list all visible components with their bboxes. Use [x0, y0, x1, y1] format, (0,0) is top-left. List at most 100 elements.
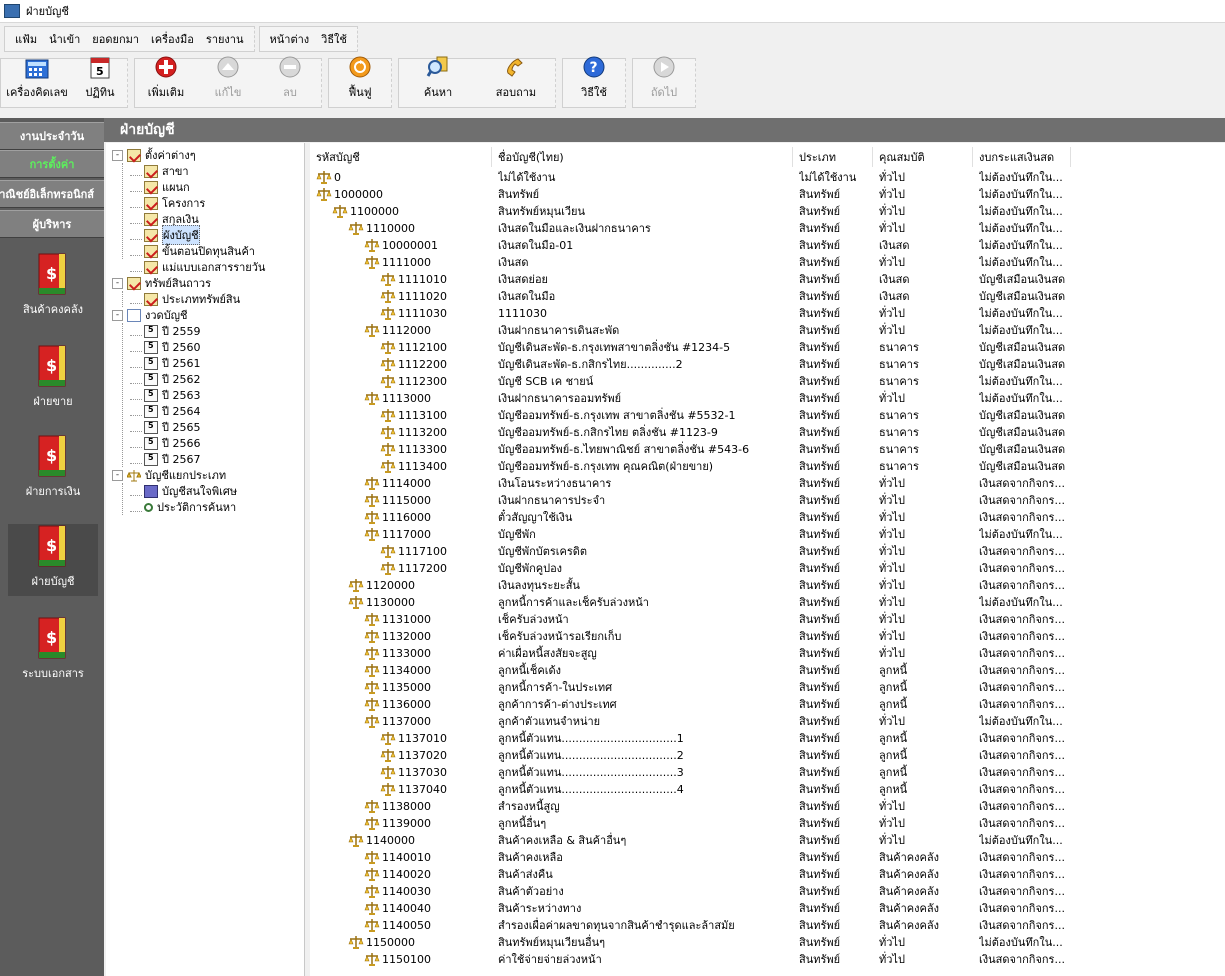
inquire-button[interactable]: สอบถาม	[477, 58, 555, 107]
table-row[interactable]: 1135000 ลูกหนี้การค้า-ในประเทศ สินทรัพย์ ลู…	[310, 679, 1225, 696]
edit-button[interactable]: แก้ไข	[197, 56, 259, 107]
table-row[interactable]: 1140040 สินค้าระหว่างทาง สินทรัพย์ สินค้าคง…	[310, 900, 1225, 917]
table-row[interactable]: 1113100 บัญชีออมทรัพย์-ธ.กรุงเทพ สาขาตลิ่…	[310, 407, 1225, 424]
tree-node[interactable]: - ตั้งค่าต่างๆ	[112, 147, 196, 163]
module-documents[interactable]: $ ระบบเอกสาร	[8, 616, 98, 688]
tree-node[interactable]: - ทรัพย์สินถาวร	[112, 275, 211, 291]
table-row[interactable]: 1137020 ลูกหนี้ตัวแทน....................…	[310, 747, 1225, 764]
table-row[interactable]: 1110000 เงินสดในมือและเงินฝากธนาคาร สินทรั…	[310, 220, 1225, 237]
table-row[interactable]: 1140010 สินค้าคงเหลือ สินทรัพย์ สินค้าคงคลั…	[310, 849, 1225, 866]
tree-node[interactable]: ขั้นตอนปิดทุนสินค้า	[130, 243, 255, 259]
table-row[interactable]: 1112300 บัญชี SCB เค ชายน์ สินทรัพย์ ธนาคาร…	[310, 373, 1225, 390]
table-row[interactable]: 1113200 บัญชีออมทรัพย์-ธ.กสิกรไทย ตลิ่งชั…	[310, 424, 1225, 441]
menu-help[interactable]: วิธีใช้	[315, 30, 353, 48]
table-row[interactable]: 1111030 1111030 สินทรัพย์ ทั่วไป ไม่ต้องบันท…	[310, 305, 1225, 322]
next-button[interactable]: ถัดไป	[633, 56, 695, 107]
table-row[interactable]: 1137040 ลูกหนี้ตัวแทน....................…	[310, 781, 1225, 798]
table-row[interactable]: 1113000 เงินฝากธนาคารออมทรัพย์ สินทรัพย์ ทั…	[310, 390, 1225, 407]
menu-reports[interactable]: รายงาน	[200, 30, 250, 48]
table-row[interactable]: 1115000 เงินฝากธนาคารประจำ สินทรัพย์ ทั่วไป…	[310, 492, 1225, 509]
module-sales[interactable]: $ ฝ่ายขาย	[8, 344, 98, 416]
table-row[interactable]: 1134000 ลูกหนี้เช็คเด้ง สินทรัพย์ ลูกหนี้ เง…	[310, 662, 1225, 679]
module-inventory[interactable]: $ สินค้าคงคลัง	[8, 252, 98, 324]
add-button[interactable]: เพิ่มเติม	[135, 56, 197, 107]
table-row[interactable]: 1132000 เช็ครับล่วงหน้ารอเรียกเก็บ สินทรัพ…	[310, 628, 1225, 645]
collapse-toggle-icon[interactable]: -	[112, 309, 123, 321]
tree-node[interactable]: แผนก	[130, 179, 190, 195]
table-row[interactable]: 1111020 เงินสดในมือ สินทรัพย์ เงินสด บัญชีเส…	[310, 288, 1225, 305]
table-row[interactable]: 1137030 ลูกหนี้ตัวแทน....................…	[310, 764, 1225, 781]
tree-node[interactable]: ปี 2561	[130, 355, 200, 371]
tree-node[interactable]: - งวดบัญชี	[112, 307, 188, 323]
tree-node[interactable]: ผังบัญชี	[130, 225, 200, 245]
table-row[interactable]: 1131000 เช็ครับล่วงหน้า สินทรัพย์ ทั่วไป เงิ…	[310, 611, 1225, 628]
table-row[interactable]: 1112100 บัญชีเดินสะพัด-ธ.กรุงเทพสาขาตลิ่ง…	[310, 339, 1225, 356]
tree-node[interactable]: ปี 2564	[130, 403, 200, 419]
table-row[interactable]: 1112000 เงินฝากธนาคารเดินสะพัด สินทรัพย์ ทั…	[310, 322, 1225, 339]
column-header-type[interactable]: ประเภท	[793, 147, 873, 167]
tree-node[interactable]: สาขา	[130, 163, 189, 179]
table-row[interactable]: 1138000 สำรองหนี้สูญ สินทรัพย์ ทั่วไป เงินสด…	[310, 798, 1225, 815]
tree-node[interactable]: ปี 2560	[130, 339, 200, 355]
tree-node[interactable]: ประเภททรัพย์สิน	[130, 291, 240, 307]
table-row[interactable]: 1140020 สินค้าส่งคืน สินทรัพย์ สินค้าคงคลัง…	[310, 866, 1225, 883]
sidebar-ecommerce[interactable]: พาณิชย์อิเล็กทรอนิกส์	[0, 180, 104, 208]
column-header-attribute[interactable]: คุณสมบัติ	[873, 147, 973, 167]
column-header-name[interactable]: ชื่อบัญชี(ไทย)	[492, 147, 793, 167]
table-row[interactable]: 1100000 สินทรัพย์หมุนเวียน สินทรัพย์ ทั่วไป…	[310, 203, 1225, 220]
table-row[interactable]: 1116000 ตั๋วสัญญาใช้เงิน สินทรัพย์ ทั่วไป เง…	[310, 509, 1225, 526]
tree-node[interactable]: ปี 2565	[130, 419, 200, 435]
menu-import[interactable]: นำเข้า	[43, 30, 86, 48]
table-row[interactable]: 1120000 เงินลงทุนระยะสั้น สินทรัพย์ ทั่วไป เ…	[310, 577, 1225, 594]
table-row[interactable]: 1150100 ค่าใช้จ่ายจ่ายล่วงหน้า สินทรัพย์ ทั…	[310, 951, 1225, 968]
tree-node[interactable]: ปี 2566	[130, 435, 200, 451]
table-row[interactable]: 1139000 ลูกหนี้อื่นๆ สินทรัพย์ ทั่วไป เงินสด…	[310, 815, 1225, 832]
table-row[interactable]: 1130000 ลูกหนี้การค้าและเช็ครับล่วงหน้า สิ…	[310, 594, 1225, 611]
sidebar-settings[interactable]: การตั้งค่า	[0, 150, 104, 178]
table-row[interactable]: 0 ไม่ได้ใช้งาน ไม่ได้ใช้งาน ทั่วไป ไม่ต้องบั…	[310, 169, 1225, 186]
tree-node[interactable]: ปี 2559	[130, 323, 200, 339]
table-row[interactable]: 1136000 ลูกค้าการค้า-ต่างประเทศ สินทรัพย์ ล…	[310, 696, 1225, 713]
tree-node[interactable]: - บัญชีแยกประเภท	[112, 467, 226, 483]
table-row[interactable]: 1112200 บัญชีเดินสะพัด-ธ.กสิกรไทย........…	[310, 356, 1225, 373]
table-row[interactable]: 1117100 บัญชีพักบัตรเครดิต สินทรัพย์ ทั่วไป…	[310, 543, 1225, 560]
collapse-toggle-icon[interactable]: -	[112, 149, 123, 161]
menu-opening-balance[interactable]: ยอดยกมา	[86, 30, 145, 48]
table-row[interactable]: 1150000 สินทรัพย์หมุนเวียนอื่นๆ สินทรัพย์ ท…	[310, 934, 1225, 951]
sidebar-daily-work[interactable]: งานประจำวัน	[0, 122, 104, 150]
table-row[interactable]: 1111000 เงินสด สินทรัพย์ ทั่วไป ไม่ต้องบันทึ…	[310, 254, 1225, 271]
calculator-button[interactable]: เครื่องคิดเลข	[1, 59, 73, 107]
tree-node[interactable]: ประวัติการค้นหา	[130, 499, 236, 515]
collapse-toggle-icon[interactable]: -	[112, 469, 123, 481]
tree-node[interactable]: ปี 2562	[130, 371, 200, 387]
module-finance[interactable]: $ ฝ่ายการเงิน	[8, 434, 98, 506]
help-button[interactable]: ? วิธีใช้	[563, 56, 625, 107]
sidebar-executive[interactable]: ผู้บริหาร	[0, 210, 104, 238]
column-header-code[interactable]: รหัสบัญชี	[310, 147, 492, 167]
table-row[interactable]: 1140030 สินค้าตัวอย่าง สินทรัพย์ สินค้าคงคล…	[310, 883, 1225, 900]
search-button[interactable]: ค้นหา	[399, 56, 477, 107]
table-row[interactable]: 10000001 เงินสดในมือ-01 สินทรัพย์ เงินสด ไม่…	[310, 237, 1225, 254]
menu-window[interactable]: หน้าต่าง	[264, 30, 316, 48]
table-row[interactable]: 1137000 ลูกค้าตัวแทนจำหน่าย สินทรัพย์ ทั่วไ…	[310, 713, 1225, 730]
tree-node[interactable]: โครงการ	[130, 195, 205, 211]
table-row[interactable]: 1133000 ค่าเผื่อหนี้สงสัยจะสูญ สินทรัพย์ ทั…	[310, 645, 1225, 662]
tree-node[interactable]: ปี 2563	[130, 387, 200, 403]
module-accounting[interactable]: $ ฝ่ายบัญชี	[8, 524, 98, 596]
table-row[interactable]: 1117200 บัญชีพักคูปอง สินทรัพย์ ทั่วไป เงินส…	[310, 560, 1225, 577]
table-row[interactable]: 1140000 สินค้าคงเหลือ & สินค้าอื่นๆ สินทรั…	[310, 832, 1225, 849]
table-row[interactable]: 1140050 สำรองเผื่อค่าผลขาดทุนจากสินค้าชำร…	[310, 917, 1225, 934]
table-row[interactable]: 1114000 เงินโอนระหว่างธนาคาร สินทรัพย์ ทั่ว…	[310, 475, 1225, 492]
column-header-cashflow[interactable]: งบกระแสเงินสด	[973, 147, 1071, 167]
restore-button[interactable]: ฟื้นฟู	[329, 56, 391, 107]
table-row[interactable]: 1113400 บัญชีออมทรัพย์-ธ.กรุงเทพ คุณคณิต(…	[310, 458, 1225, 475]
tree-node[interactable]: แม่แบบเอกสารรายวัน	[130, 259, 265, 275]
menu-tools[interactable]: เครื่องมือ	[145, 30, 200, 48]
table-row[interactable]: 1111010 เงินสดย่อย สินทรัพย์ เงินสด บัญชีเสม…	[310, 271, 1225, 288]
collapse-toggle-icon[interactable]: -	[112, 277, 123, 289]
calendar-button[interactable]: 5 ปฏิทิน	[73, 57, 127, 107]
tree-node[interactable]: ปี 2567	[130, 451, 200, 467]
table-row[interactable]: 1113300 บัญชีออมทรัพย์-ธ.ไทยพาณิชย์ สาขาต…	[310, 441, 1225, 458]
table-row[interactable]: 1137010 ลูกหนี้ตัวแทน....................…	[310, 730, 1225, 747]
table-row[interactable]: 1117000 บัญชีพัก สินทรัพย์ ทั่วไป ไม่ต้องบัน…	[310, 526, 1225, 543]
